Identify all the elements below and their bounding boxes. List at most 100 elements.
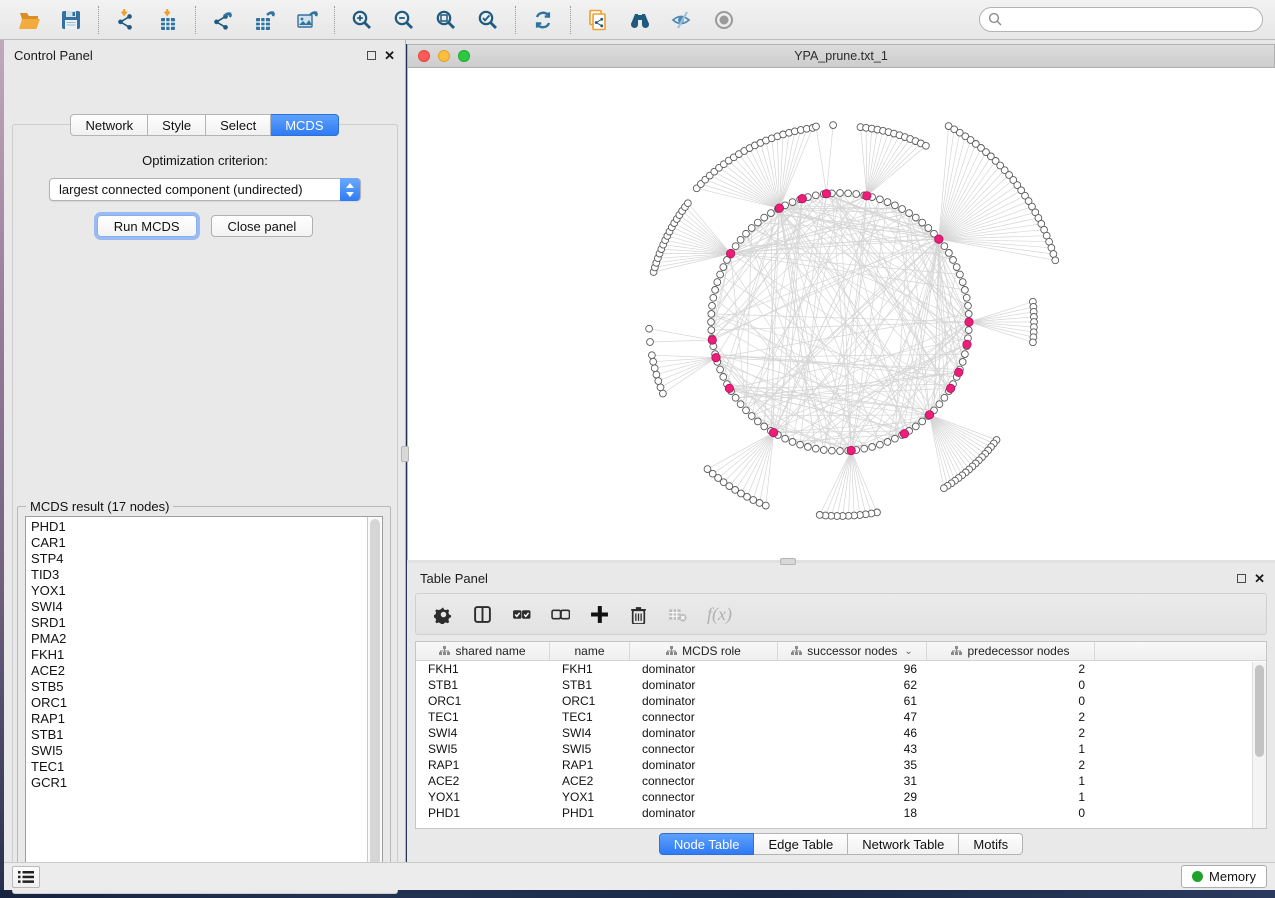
columns-icon[interactable] bbox=[473, 605, 492, 624]
deselect-all-icon[interactable] bbox=[551, 605, 570, 624]
result-node-item[interactable]: PHD1 bbox=[31, 519, 367, 535]
cell-successor-nodes: 46 bbox=[778, 725, 927, 741]
memory-label: Memory bbox=[1209, 869, 1256, 884]
zoom-in-icon[interactable] bbox=[341, 4, 383, 36]
result-node-item[interactable]: TID3 bbox=[31, 567, 367, 583]
search-input[interactable] bbox=[979, 7, 1263, 32]
table-scrollbar[interactable] bbox=[1252, 662, 1266, 828]
column-header-name[interactable]: name bbox=[550, 642, 630, 660]
result-node-item[interactable]: CAR1 bbox=[31, 535, 367, 551]
delete-table-icon bbox=[668, 605, 687, 624]
cell-predecessor-nodes: 1 bbox=[927, 773, 1095, 789]
result-node-item[interactable]: SRD1 bbox=[31, 615, 367, 631]
memory-button[interactable]: Memory bbox=[1181, 865, 1267, 888]
result-node-item[interactable]: PMA2 bbox=[31, 631, 367, 647]
hide-selected-icon[interactable] bbox=[661, 4, 703, 36]
horizontal-splitter-handle[interactable] bbox=[780, 558, 796, 565]
zoom-selected-icon[interactable] bbox=[467, 4, 509, 36]
table-row[interactable]: RAP1RAP1dominator352 bbox=[416, 757, 1266, 773]
open-folder-icon[interactable] bbox=[8, 4, 50, 36]
cell-name: PHD1 bbox=[550, 805, 630, 821]
table-row[interactable]: SWI5SWI5connector431 bbox=[416, 741, 1266, 757]
trash-icon[interactable] bbox=[629, 605, 648, 624]
export-network-icon[interactable] bbox=[202, 4, 244, 36]
result-node-item[interactable]: ACE2 bbox=[31, 663, 367, 679]
cell-successor-nodes: 18 bbox=[778, 805, 927, 821]
binoculars-icon[interactable] bbox=[619, 4, 661, 36]
criterion-dropdown[interactable]: largest connected component (undirected) bbox=[49, 178, 361, 201]
cell-predecessor-nodes: 1 bbox=[927, 741, 1095, 757]
dropdown-stepper-icon bbox=[340, 178, 360, 201]
cell-name: ORC1 bbox=[550, 693, 630, 709]
table-close-icon[interactable]: ✕ bbox=[1254, 574, 1265, 583]
task-history-button[interactable] bbox=[12, 866, 40, 888]
tab-motifs[interactable]: Motifs bbox=[959, 833, 1023, 855]
export-table-icon[interactable] bbox=[244, 4, 286, 36]
network-view-canvas[interactable] bbox=[407, 68, 1275, 560]
cell-predecessor-nodes: 2 bbox=[927, 709, 1095, 725]
cell-MCDS-role: connector bbox=[630, 709, 778, 725]
table-row[interactable]: SWI4SWI4dominator462 bbox=[416, 725, 1266, 741]
cell-name: ACE2 bbox=[550, 773, 630, 789]
table-row[interactable]: STB1STB1dominator620 bbox=[416, 677, 1266, 693]
tab-node-table[interactable]: Node Table bbox=[659, 833, 755, 855]
close-panel-button[interactable]: Close panel bbox=[211, 215, 314, 237]
result-node-item[interactable]: RAP1 bbox=[31, 711, 367, 727]
cell-MCDS-role: dominator bbox=[630, 693, 778, 709]
cell-MCDS-role: dominator bbox=[630, 661, 778, 677]
network-window-titlebar[interactable]: YPA_prune.txt_1 bbox=[407, 44, 1275, 68]
result-node-item[interactable]: SWI4 bbox=[31, 599, 367, 615]
cell-shared-name: PHD1 bbox=[416, 805, 550, 821]
table-row[interactable]: FKH1FKH1dominator962 bbox=[416, 661, 1266, 677]
table-row[interactable]: TEC1TEC1connector472 bbox=[416, 709, 1266, 725]
float-icon[interactable] bbox=[367, 51, 376, 60]
column-header-MCDS-role[interactable]: MCDS role bbox=[630, 642, 778, 660]
refresh-icon[interactable] bbox=[522, 4, 564, 36]
result-list-scrollbar[interactable] bbox=[367, 517, 382, 868]
table-row[interactable]: ORC1ORC1dominator610 bbox=[416, 693, 1266, 709]
result-node-item[interactable]: STB1 bbox=[31, 727, 367, 743]
result-node-item[interactable]: ORC1 bbox=[31, 695, 367, 711]
cell-MCDS-role: dominator bbox=[630, 805, 778, 821]
control-panel-tabs: NetworkStyleSelectMCDS bbox=[4, 114, 405, 136]
column-header-shared-name[interactable]: shared name bbox=[416, 642, 550, 660]
select-all-icon[interactable] bbox=[512, 605, 531, 624]
mcds-result-list[interactable]: PHD1CAR1STP4TID3YOX1SWI4SRD1PMA2FKH1ACE2… bbox=[25, 516, 383, 869]
result-node-item[interactable]: STB5 bbox=[31, 679, 367, 695]
tab-style[interactable]: Style bbox=[148, 114, 206, 136]
network-graph[interactable] bbox=[408, 68, 1275, 560]
tab-edge-table[interactable]: Edge Table bbox=[754, 833, 848, 855]
result-node-item[interactable]: YOX1 bbox=[31, 583, 367, 599]
column-header-predecessor-nodes[interactable]: predecessor nodes bbox=[927, 642, 1095, 660]
result-node-item[interactable]: STP4 bbox=[31, 551, 367, 567]
result-node-item[interactable]: TEC1 bbox=[31, 759, 367, 775]
table-row[interactable]: YOX1YOX1connector291 bbox=[416, 789, 1266, 805]
cell-MCDS-role: dominator bbox=[630, 757, 778, 773]
cell-MCDS-role: connector bbox=[630, 741, 778, 757]
run-mcds-button[interactable]: Run MCDS bbox=[97, 215, 197, 237]
tab-network[interactable]: Network bbox=[70, 114, 148, 136]
save-icon[interactable] bbox=[50, 4, 92, 36]
import-table-icon[interactable] bbox=[147, 4, 189, 36]
import-network-icon[interactable] bbox=[105, 4, 147, 36]
tab-network-table[interactable]: Network Table bbox=[848, 833, 959, 855]
add-icon[interactable] bbox=[590, 605, 609, 624]
toolbar-separator bbox=[98, 6, 99, 34]
result-node-item[interactable]: SWI5 bbox=[31, 743, 367, 759]
clone-network-icon[interactable] bbox=[577, 4, 619, 36]
vertical-splitter-handle[interactable] bbox=[401, 446, 409, 462]
result-node-item[interactable]: GCR1 bbox=[31, 775, 367, 791]
export-image-icon[interactable] bbox=[286, 4, 328, 36]
close-icon[interactable]: ✕ bbox=[384, 51, 395, 60]
zoom-out-icon[interactable] bbox=[383, 4, 425, 36]
zoom-fit-icon[interactable] bbox=[425, 4, 467, 36]
result-node-item[interactable]: FKH1 bbox=[31, 647, 367, 663]
tab-select[interactable]: Select bbox=[206, 114, 271, 136]
column-header-successor-nodes[interactable]: successor nodes⌄ bbox=[778, 642, 927, 660]
table-row[interactable]: PHD1PHD1dominator180 bbox=[416, 805, 1266, 821]
gear-icon[interactable] bbox=[434, 605, 453, 624]
tab-mcds[interactable]: MCDS bbox=[271, 114, 338, 136]
table-float-icon[interactable] bbox=[1237, 574, 1246, 583]
cell-successor-nodes: 96 bbox=[778, 661, 927, 677]
table-row[interactable]: ACE2ACE2connector311 bbox=[416, 773, 1266, 789]
